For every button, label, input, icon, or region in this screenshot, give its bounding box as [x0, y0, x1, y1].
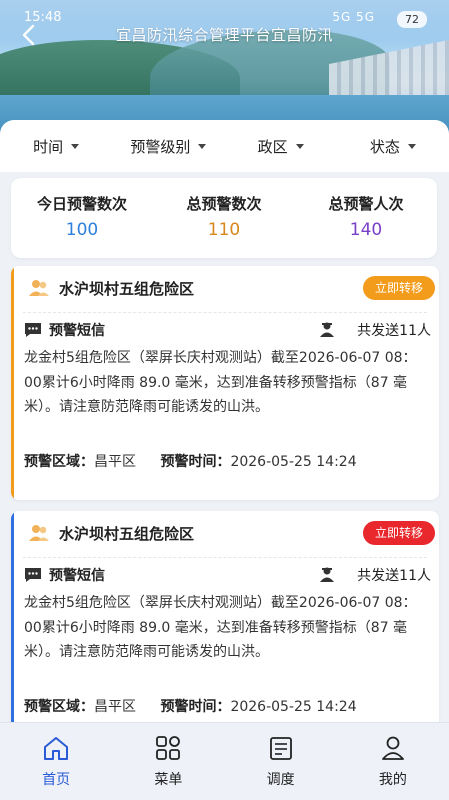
person-icon	[320, 322, 334, 337]
filter-label: 时间	[33, 137, 64, 156]
message-icon	[25, 568, 41, 582]
region-label: 预警区域：	[24, 454, 94, 470]
clipboard-icon	[269, 737, 292, 760]
region-value: 昌平区	[94, 699, 136, 715]
time-value: 2026-05-25 14:24	[230, 699, 357, 715]
sent-count: 共发送11人	[357, 323, 431, 339]
time-label: 预警时间：	[160, 699, 231, 715]
page-title: 宜昌防汛综合管理平台宜昌防汛	[115, 26, 333, 44]
sms-label: 预警短信	[49, 568, 105, 584]
warning-message: 龙金村5组危险区（翠屏长庆村观测站）截至2026-06-07 08：00累计6小…	[24, 595, 417, 660]
divider	[23, 312, 427, 313]
caret-down-icon	[407, 143, 416, 149]
filter-label: 政区	[257, 137, 288, 156]
nav-bar: 宜昌防汛综合管理平台宜昌防汛	[0, 18, 449, 52]
warning-card[interactable]: 水沪坝村五组危险区 立即转移 预警短信 共发送11人 龙金村5组危险区（翠屏长庆…	[11, 266, 439, 500]
tab-label: 我的	[378, 772, 407, 788]
user-icon	[381, 736, 404, 760]
caret-down-icon	[295, 143, 304, 149]
region-value: 昌平区	[94, 454, 136, 470]
stat-today-warnings: 今日预警数次 100	[11, 178, 153, 258]
filter-status[interactable]: 状态	[337, 136, 449, 157]
divider	[23, 557, 427, 558]
transfer-now-button[interactable]: 立即转移	[362, 521, 435, 545]
card-footer: 预警区域：昌平区 预警时间：2026-05-25 14:24	[24, 451, 439, 471]
filter-time[interactable]: 时间	[0, 136, 112, 157]
tab-label: 首页	[42, 772, 71, 788]
filter-label: 状态	[369, 137, 400, 156]
filter-region[interactable]: 政区	[225, 136, 337, 157]
grid-icon	[156, 736, 181, 760]
region-label: 预警区域：	[24, 699, 94, 715]
tab-profile[interactable]: 我的	[337, 723, 449, 800]
group-icon	[29, 280, 49, 296]
stat-value: 140	[349, 220, 383, 240]
sms-label: 预警短信	[49, 323, 105, 339]
tab-menu[interactable]: 菜单	[112, 723, 224, 800]
transfer-now-button[interactable]: 立即转移	[362, 276, 435, 300]
tab-dispatch[interactable]: 调度	[225, 723, 337, 800]
card-footer: 预警区域：昌平区 预警时间：2026-05-25 14:24	[24, 696, 439, 716]
filter-label: 预警级别	[130, 137, 191, 156]
group-icon	[29, 525, 49, 541]
stat-value: 100	[65, 220, 99, 240]
warning-card[interactable]: 水沪坝村五组危险区 立即转移 预警短信 共发送11人 龙金村5组危险区（翠屏长庆…	[11, 511, 439, 745]
filter-warning-level[interactable]: 预警级别	[112, 136, 224, 157]
caret-down-icon	[198, 143, 207, 149]
filter-bar: 时间 预警级别 政区 状态	[0, 120, 449, 172]
stat-total-warnings: 总预警数次 110	[153, 178, 295, 258]
sent-count: 共发送11人	[357, 568, 431, 584]
caret-down-icon	[71, 143, 80, 149]
stat-label: 总预警人次	[328, 195, 404, 213]
tab-label: 菜单	[154, 772, 183, 788]
home-icon	[44, 737, 69, 760]
stat-label: 总预警数次	[186, 195, 262, 213]
stat-value: 110	[207, 220, 241, 240]
time-label: 预警时间：	[160, 454, 231, 470]
bottom-tab-bar: 首页 菜单 调度 我的	[0, 722, 449, 800]
stat-label: 今日预警数次	[36, 195, 127, 213]
message-icon	[25, 323, 41, 337]
tab-home[interactable]: 首页	[0, 723, 112, 800]
person-icon	[320, 567, 334, 582]
tab-label: 调度	[266, 772, 295, 788]
warning-message: 龙金村5组危险区（翠屏长庆村观测站）截至2026-06-07 08：00累计6小…	[24, 350, 417, 415]
danger-zone-title: 水沪坝村五组危险区	[59, 280, 195, 298]
time-value: 2026-05-25 14:24	[230, 454, 357, 470]
danger-zone-title: 水沪坝村五组危险区	[59, 525, 195, 543]
stat-total-people: 总预警人次 140	[295, 178, 437, 258]
stats-panel: 今日预警数次 100 总预警数次 110 总预警人次 140	[11, 178, 437, 258]
